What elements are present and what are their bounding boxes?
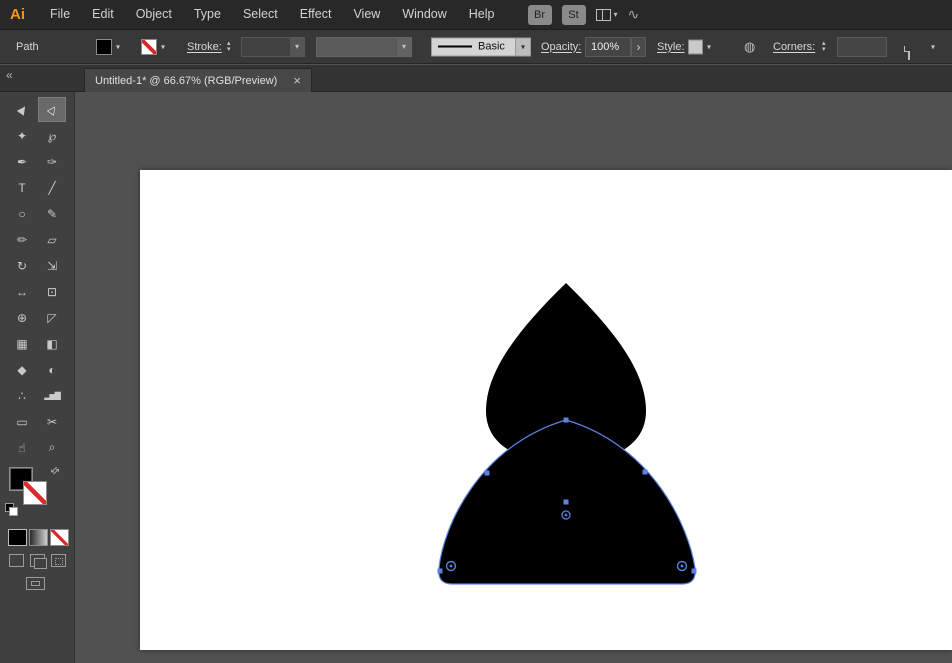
stroke-dropdown-icon[interactable]: ▾ xyxy=(161,42,165,51)
app-logo: Ai xyxy=(10,6,25,23)
chevron-down-icon: ▾ xyxy=(397,38,411,56)
draw-inside-button[interactable] xyxy=(51,554,66,567)
brush-stroke-preview-icon xyxy=(438,46,472,48)
opacity-input[interactable]: 100% xyxy=(585,37,631,57)
stroke-weight-label[interactable]: Stroke: xyxy=(187,41,222,53)
stroke-color-swatch[interactable] xyxy=(24,482,46,504)
corners-input[interactable] xyxy=(837,37,887,57)
close-icon[interactable]: × xyxy=(293,74,301,87)
free-transform-tool[interactable]: ⊡ xyxy=(38,279,66,304)
fill-dropdown-icon[interactable]: ▾ xyxy=(116,42,120,51)
brush-definition-combo[interactable]: Basic ▾ xyxy=(431,37,531,56)
workspace-switcher[interactable]: ▾ xyxy=(596,9,618,21)
style-swatch[interactable] xyxy=(688,39,703,54)
ellipse-tool[interactable]: ○ xyxy=(8,201,36,226)
color-button[interactable] xyxy=(9,530,26,545)
panel-collapse-icon[interactable]: « xyxy=(6,68,13,82)
scale-tool[interactable]: ⇲ xyxy=(38,253,66,278)
opacity-chevron-button[interactable]: › xyxy=(631,37,646,57)
selection-tool[interactable]: ▶ xyxy=(8,97,36,122)
chevron-down-icon: ▾ xyxy=(614,10,618,19)
color-mode-buttons xyxy=(0,530,74,545)
pencil-tool[interactable]: ✏ xyxy=(8,227,36,252)
menu-item-edit[interactable]: Edit xyxy=(81,0,125,29)
gradient-button[interactable] xyxy=(30,530,47,545)
stroke-swatch[interactable] xyxy=(141,39,157,55)
default-fill-stroke-icon[interactable] xyxy=(6,504,18,516)
eyedropper-tool[interactable]: ◆ xyxy=(8,357,36,382)
line-segment-tool[interactable]: ╱ xyxy=(38,175,66,200)
menu-item-window[interactable]: Window xyxy=(391,0,457,29)
rotate-tool[interactable]: ↻ xyxy=(8,253,36,278)
style-dropdown-icon[interactable]: ▾ xyxy=(707,42,711,51)
curvature-tool[interactable]: ✑ xyxy=(38,149,66,174)
document-tab-title: Untitled-1* @ 66.67% (RGB/Preview) xyxy=(95,75,277,87)
lasso-tool[interactable]: ℘ xyxy=(38,123,66,148)
gradient-tool[interactable]: ◧ xyxy=(38,331,66,356)
gesture-icon[interactable]: ∿ xyxy=(628,6,640,23)
menu-item-view[interactable]: View xyxy=(342,0,391,29)
tools-panel: ▶ ▷ ✦ ℘ ✒ ✑ T ╱ ○ ✎ ✏ ▱ xyxy=(0,92,75,663)
perspective-grid-tool[interactable]: ◸ xyxy=(38,305,66,330)
menu-item-type[interactable]: Type xyxy=(183,0,232,29)
opacity-label[interactable]: Opacity: xyxy=(541,41,581,53)
illustrator-window: Ai FileEditObjectTypeSelectEffectViewWin… xyxy=(0,0,952,663)
screen-mode-button[interactable] xyxy=(26,577,45,590)
artboard-tool[interactable]: ▭ xyxy=(8,409,36,434)
style-label[interactable]: Style: xyxy=(657,41,685,53)
shape-builder-tool[interactable]: ⊕ xyxy=(8,305,36,330)
document-setup-globe-icon[interactable]: ◍ xyxy=(744,39,755,55)
none-button[interactable] xyxy=(51,530,68,545)
tools-grid: ▶ ▷ ✦ ℘ ✒ ✑ T ╱ ○ ✎ ✏ ▱ xyxy=(8,97,66,460)
br-panel-button[interactable]: Br xyxy=(528,5,552,25)
selection-type-label: Path xyxy=(16,41,39,53)
center-point-dot xyxy=(565,514,568,517)
corners-label[interactable]: Corners: xyxy=(773,41,815,53)
hand-tool[interactable]: ☝ xyxy=(8,435,36,460)
canvas-area[interactable] xyxy=(76,92,952,663)
blend-tool[interactable]: ◐ xyxy=(38,357,66,382)
fill-swatch[interactable] xyxy=(96,39,112,55)
chevron-down-icon[interactable]: ▾ xyxy=(290,38,304,56)
drawing-mode-buttons xyxy=(0,554,74,567)
document-tab[interactable]: Untitled-1* @ 66.67% (RGB/Preview) × xyxy=(84,68,312,92)
width-profile-combo: ▾ xyxy=(316,37,412,57)
menu-items: FileEditObjectTypeSelectEffectViewWindow… xyxy=(39,0,506,29)
artboard-options-icon[interactable] xyxy=(908,46,910,60)
swap-fill-stroke-icon[interactable]: ⇵ xyxy=(47,465,61,479)
mesh-tool[interactable]: ▦ xyxy=(8,331,36,356)
eraser-tool[interactable]: ▱ xyxy=(38,227,66,252)
menu-item-file[interactable]: File xyxy=(39,0,81,29)
chevron-down-icon[interactable]: ▾ xyxy=(515,38,530,55)
type-tool[interactable]: T xyxy=(8,175,36,200)
chevron-down-icon[interactable]: ▾ xyxy=(931,42,935,51)
paintbrush-tool[interactable]: ✎ xyxy=(38,201,66,226)
corners-stepper[interactable]: ▴▾ xyxy=(822,41,826,53)
workspace-layout-icon xyxy=(596,9,611,21)
column-graph-tool[interactable]: ▂▅▇ xyxy=(38,383,66,408)
draw-behind-button[interactable] xyxy=(30,554,45,567)
fill-stroke-indicator: ⇵ xyxy=(0,466,74,522)
symbol-sprayer-tool[interactable]: ∴ xyxy=(8,383,36,408)
menu-item-object[interactable]: Object xyxy=(125,0,183,29)
brush-definition-value: Basic xyxy=(478,41,505,53)
st-panel-button[interactable]: St xyxy=(562,5,586,25)
zoom-tool[interactable]: ⌕ xyxy=(38,435,66,460)
menu-bar: Ai FileEditObjectTypeSelectEffectViewWin… xyxy=(0,0,952,29)
artwork-layer xyxy=(76,92,952,663)
draw-normal-button[interactable] xyxy=(9,554,24,567)
menu-item-help[interactable]: Help xyxy=(458,0,506,29)
menu-item-select[interactable]: Select xyxy=(232,0,289,29)
stroke-weight-stepper[interactable]: ▴▾ xyxy=(227,41,231,53)
slice-tool[interactable]: ✂ xyxy=(38,409,66,434)
pen-tool[interactable]: ✒ xyxy=(8,149,36,174)
magic-wand-tool[interactable]: ✦ xyxy=(8,123,36,148)
stroke-weight-combo[interactable]: ▾ xyxy=(241,37,305,57)
direct-selection-tool[interactable]: ▷ xyxy=(38,97,66,122)
width-tool[interactable]: ↔ xyxy=(8,279,36,304)
document-tab-bar: « Untitled-1* @ 66.67% (RGB/Preview) × xyxy=(0,65,952,92)
control-bar: Path ▾ ▾ Stroke: ▴▾ ▾ ▾ Basic ▾ Opacity:… xyxy=(0,29,952,64)
menu-item-effect[interactable]: Effect xyxy=(289,0,343,29)
